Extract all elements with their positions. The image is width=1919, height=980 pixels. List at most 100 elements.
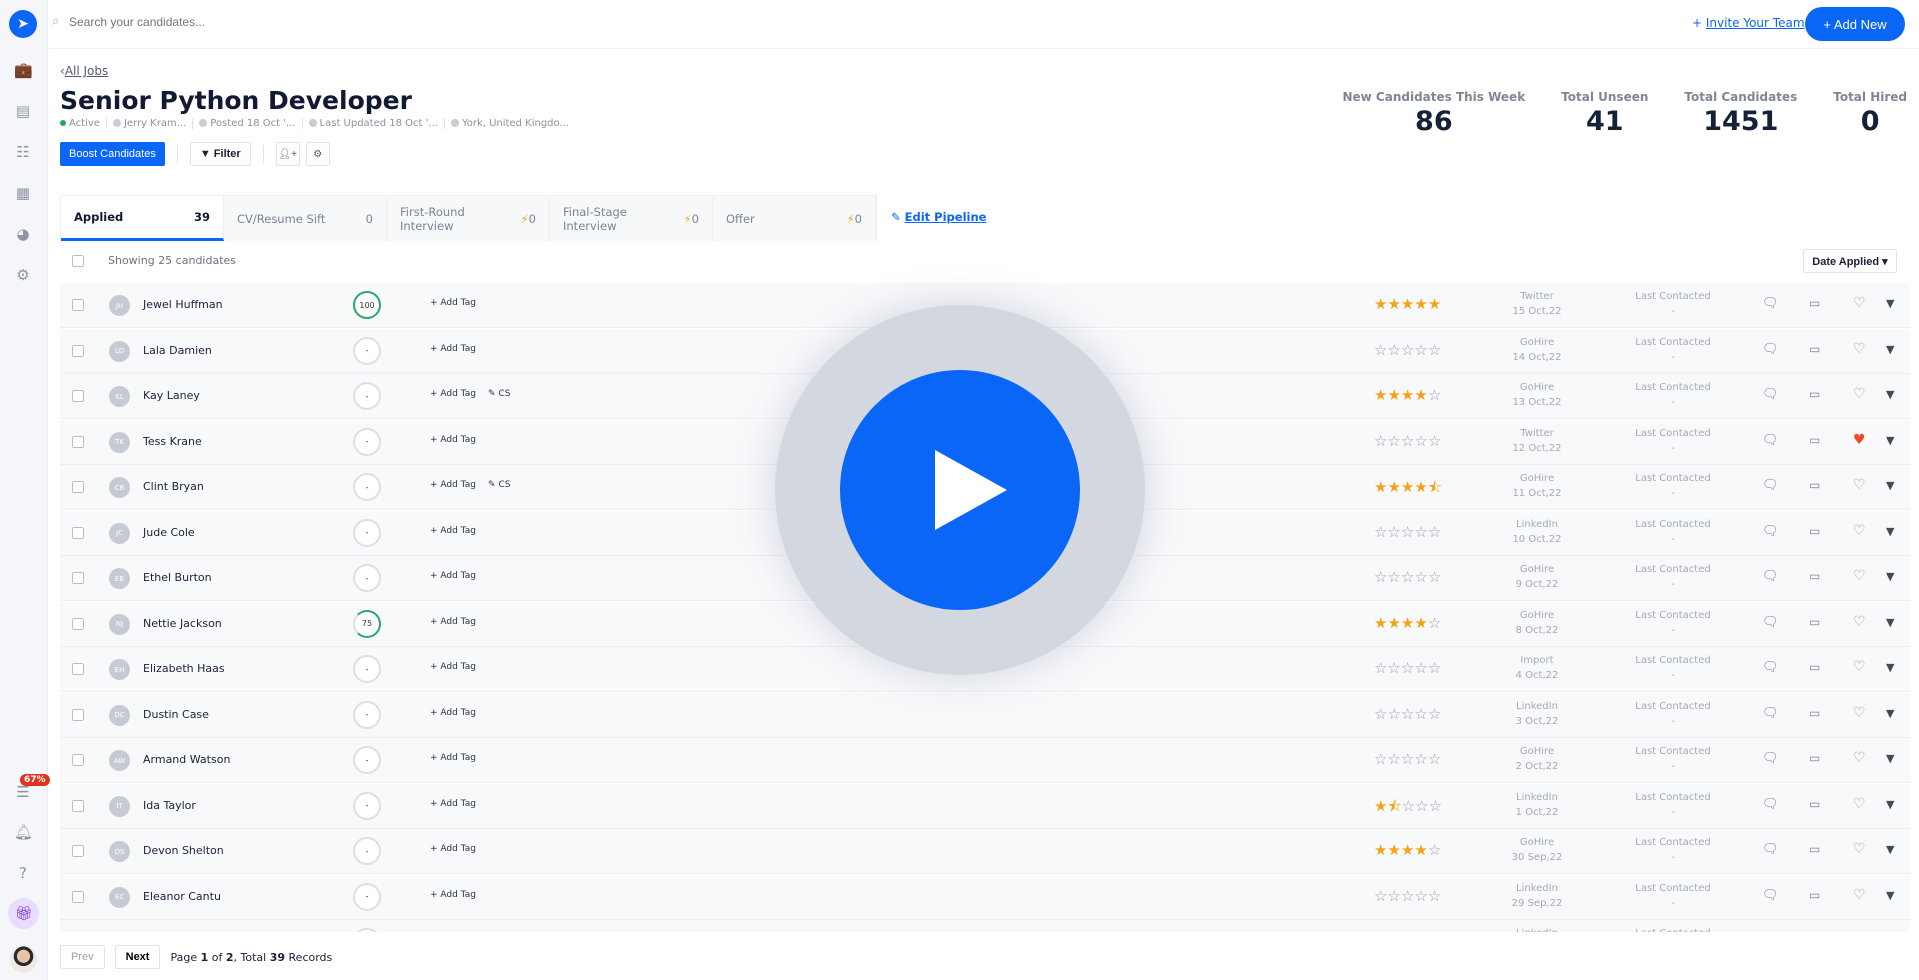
star-icon[interactable]: ★ (1387, 478, 1400, 496)
star-rating[interactable]: ★★★★⯪ (1374, 477, 1442, 502)
row-checkbox[interactable] (72, 299, 84, 311)
star-rating[interactable]: ☆☆☆☆☆ (1374, 341, 1441, 359)
row-checkbox[interactable] (72, 481, 84, 493)
star-icon[interactable]: ☆ (1387, 341, 1400, 359)
caret-down-icon[interactable]: ▼ (1886, 343, 1894, 356)
star-icon[interactable]: ☆ (1428, 568, 1441, 586)
star-icon[interactable]: ☆ (1387, 568, 1400, 586)
star-icon[interactable]: ★ (1374, 797, 1387, 815)
calendar-icon[interactable]: ▭ (1809, 524, 1820, 538)
star-icon[interactable]: ☆ (1401, 659, 1414, 677)
star-rating[interactable]: ☆☆☆☆☆ (1374, 705, 1441, 723)
star-icon[interactable]: ☆ (1414, 750, 1427, 768)
heart-icon[interactable]: ♡ (1853, 523, 1866, 539)
tab-first-round-interview[interactable]: First-Round Interview ⚡0 (387, 196, 550, 241)
add-new-button[interactable]: + Add New (1805, 7, 1905, 41)
bell-icon[interactable]: 🔔︎ (14, 824, 33, 840)
back-all-jobs-link[interactable]: ‹All Jobs (60, 64, 108, 78)
logo-paper-plane-icon[interactable]: ➤ (9, 10, 37, 38)
star-icon[interactable]: ☆ (1401, 750, 1414, 768)
add-tag-button[interactable]: + Add Tag (430, 799, 476, 809)
tab-final-stage-interview[interactable]: Final-Stage Interview ⚡0 (550, 196, 713, 241)
star-icon[interactable]: ☆ (1401, 341, 1414, 359)
star-rating[interactable]: ★★★★★ (1374, 295, 1441, 313)
star-icon[interactable]: ★ (1414, 478, 1427, 496)
star-icon[interactable]: ★ (1401, 295, 1414, 313)
star-icon[interactable]: ☆ (1414, 568, 1427, 586)
row-checkbox[interactable] (72, 799, 84, 812)
tab-applied[interactable]: Applied 39 (61, 196, 224, 241)
star-icon[interactable]: ☆ (1374, 705, 1387, 723)
heart-icon[interactable]: ♡ (1853, 386, 1866, 402)
calendar-icon[interactable]: ▭ (1809, 615, 1820, 629)
candidate-name[interactable]: Clint Bryan (143, 480, 204, 493)
add-tag-button[interactable]: + Add Tag (430, 662, 476, 672)
star-icon[interactable]: ★ (1401, 614, 1414, 632)
caret-down-icon[interactable]: ▼ (1886, 388, 1894, 401)
caret-down-icon[interactable]: ▼ (1886, 525, 1894, 538)
star-icon[interactable]: ☆ (1428, 614, 1441, 632)
gear-icon[interactable]: ⚙ (14, 267, 32, 283)
table-row[interactable]: DS Devon Shelton - + Add Tag ★★★★☆ GoHire 30 S… (60, 829, 1910, 874)
heart-icon[interactable]: ♡ (1853, 341, 1866, 357)
row-checkbox[interactable] (72, 708, 84, 721)
chat-icon[interactable]: 🗨︎ (1762, 615, 1779, 630)
star-icon[interactable]: ☆ (1374, 887, 1387, 905)
add-tag-button[interactable]: + Add Tag (430, 298, 476, 308)
star-icon[interactable]: ☆ (1428, 659, 1441, 677)
table-row[interactable]: AW Armand Watson - + Add Tag ☆☆☆☆☆ GoHire 2 Oc… (60, 738, 1910, 783)
row-checkbox[interactable] (72, 890, 84, 903)
calendar-icon[interactable]: ▭ (1809, 433, 1820, 447)
star-icon[interactable]: ☆ (1374, 341, 1387, 359)
star-icon[interactable]: ☆ (1415, 797, 1428, 815)
add-tag-button[interactable]: + Add Tag (430, 844, 476, 854)
star-icon[interactable]: ★ (1387, 841, 1400, 859)
star-icon[interactable]: ☆ (1414, 523, 1427, 541)
star-icon[interactable]: ★ (1374, 841, 1387, 859)
star-icon[interactable]: ☆ (1428, 887, 1441, 905)
row-checkbox[interactable] (72, 526, 84, 539)
pie-chart-icon[interactable]: ◕ (14, 226, 32, 242)
invite-team-link[interactable]: + Invite Your Team (1692, 16, 1805, 30)
chat-icon[interactable]: 🗨︎ (1762, 296, 1779, 311)
star-icon[interactable]: ⯪ (1387, 797, 1401, 815)
heart-icon[interactable]: ♡ (1853, 796, 1866, 812)
caret-down-icon[interactable]: ▼ (1886, 889, 1894, 902)
star-rating[interactable]: ☆☆☆☆☆ (1374, 750, 1441, 768)
candidate-name[interactable]: Tess Krane (143, 435, 202, 448)
heart-icon[interactable]: ♡ (1853, 705, 1866, 721)
row-checkbox[interactable] (72, 617, 84, 630)
chat-icon[interactable]: 🗨︎ (1762, 478, 1779, 493)
chat-icon[interactable]: 🗨︎ (1762, 797, 1779, 812)
candidate-name[interactable]: Ethel Burton (143, 571, 212, 584)
chat-icon[interactable]: 🗨︎ (1762, 569, 1779, 584)
calendar-icon[interactable]: ▭ (1809, 569, 1820, 583)
star-icon[interactable]: ★ (1387, 295, 1400, 313)
star-icon[interactable]: ☆ (1429, 797, 1442, 815)
star-icon[interactable]: ☆ (1387, 887, 1400, 905)
chat-icon[interactable]: 🗨︎ (1762, 387, 1779, 402)
calendar-icon[interactable]: ▭ (1809, 751, 1820, 765)
caret-down-icon[interactable]: ▼ (1886, 297, 1894, 310)
star-icon[interactable]: ☆ (1428, 432, 1441, 450)
heart-icon[interactable]: ♡ (1853, 841, 1866, 857)
candidate-name[interactable]: Jewel Huffman (143, 298, 223, 311)
star-icon[interactable]: ☆ (1428, 386, 1441, 404)
row-checkbox[interactable] (72, 845, 84, 857)
star-icon[interactable]: ★ (1401, 386, 1414, 404)
calendar-icon[interactable]: ▭ (1809, 296, 1820, 310)
add-tag-button[interactable]: + Add Tag (430, 480, 476, 490)
select-all-checkbox[interactable] (72, 254, 84, 267)
candidate-name[interactable]: Lala Damien (143, 344, 212, 357)
star-icon[interactable]: ★ (1428, 295, 1441, 313)
star-icon[interactable]: ☆ (1402, 797, 1415, 815)
candidate-name[interactable]: Devon Shelton (143, 844, 224, 857)
candidate-name[interactable]: Jude Cole (143, 526, 195, 539)
star-rating[interactable]: ★★★★☆ (1374, 386, 1441, 404)
caret-down-icon[interactable]: ▼ (1886, 661, 1894, 674)
row-checkbox[interactable] (72, 344, 84, 357)
star-icon[interactable]: ☆ (1374, 750, 1387, 768)
caret-down-icon[interactable]: ▼ (1886, 707, 1894, 720)
candidate-name[interactable]: Eleanor Cantu (143, 890, 221, 903)
candidate-name[interactable]: Dustin Case (143, 708, 209, 721)
